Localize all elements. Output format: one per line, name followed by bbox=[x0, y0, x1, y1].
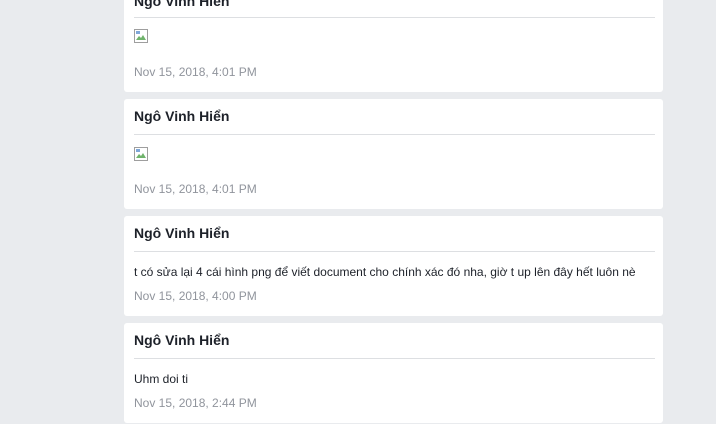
message-timestamp: Nov 15, 2018, 4:01 PM bbox=[134, 182, 257, 196]
author-name[interactable]: Ngô Vinh Hiển bbox=[134, 224, 229, 242]
message-card: Ngô Vinh Hiển Nov 15, 2018, 4:01 PM bbox=[124, 0, 663, 92]
divider bbox=[134, 134, 655, 135]
author-name[interactable]: Ngô Vinh Hiển bbox=[134, 0, 229, 10]
message-text: t có sửa lại 4 cái hình png để viết docu… bbox=[134, 265, 636, 279]
message-timestamp: Nov 15, 2018, 4:00 PM bbox=[134, 289, 257, 303]
author-name[interactable]: Ngô Vinh Hiển bbox=[134, 107, 229, 125]
message-card: Ngô Vinh Hiển Nov 15, 2018, 4:01 PM bbox=[124, 99, 663, 209]
message-card: Ngô Vinh Hiển t có sửa lại 4 cái hình pn… bbox=[124, 216, 663, 316]
divider bbox=[134, 17, 655, 18]
divider bbox=[134, 251, 655, 252]
broken-image-icon[interactable] bbox=[134, 147, 148, 161]
message-text: Uhm doi ti bbox=[134, 372, 189, 386]
message-timestamp: Nov 15, 2018, 4:01 PM bbox=[134, 65, 257, 79]
divider bbox=[134, 358, 655, 359]
message-timestamp: Nov 15, 2018, 2:44 PM bbox=[134, 396, 257, 410]
author-name[interactable]: Ngô Vinh Hiển bbox=[134, 331, 229, 349]
broken-image-icon[interactable] bbox=[134, 29, 148, 43]
message-card: Ngô Vinh Hiển Uhm doi ti Nov 15, 2018, 2… bbox=[124, 323, 663, 423]
